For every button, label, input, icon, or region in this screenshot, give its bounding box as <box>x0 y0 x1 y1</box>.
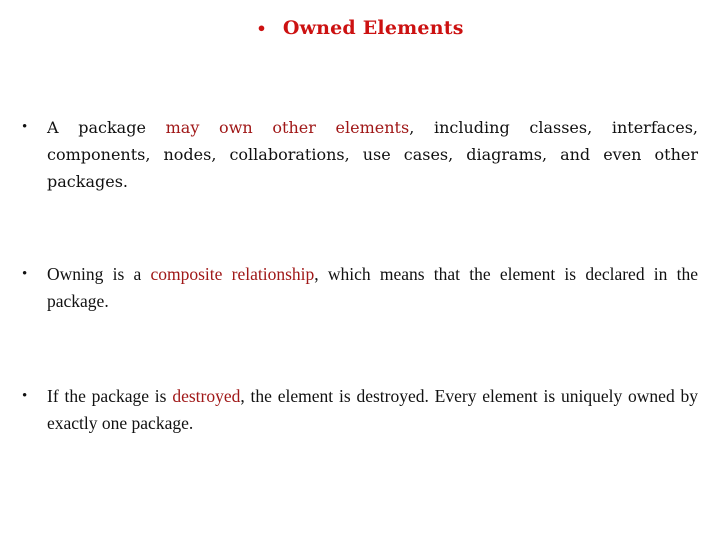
bullet-text: If the package is destroyed, the element… <box>47 383 698 437</box>
bullet-mark: • <box>22 388 28 404</box>
bullet-text: Owning is a composite relationship, whic… <box>47 261 698 315</box>
bullet-mark: • <box>22 266 28 282</box>
bullet-item-1: • A package may own other elements, incl… <box>22 114 698 195</box>
title-bullet: • <box>256 19 267 38</box>
slide-title-text: Owned Elements <box>282 17 464 39</box>
bullet-text-pre: If the package is <box>47 386 173 406</box>
bullet-item-2: • Owning is a composite relationship, wh… <box>22 261 698 315</box>
bullet-highlight: composite relationship <box>150 264 315 284</box>
bullet-highlight: destroyed <box>172 386 241 406</box>
bullet-text: A package may own other elements, includ… <box>47 114 698 195</box>
bullet-text-pre: Owning is a <box>47 264 151 284</box>
slide-title: • Owned Elements <box>0 17 720 39</box>
bullet-mark: • <box>22 119 28 135</box>
bullet-item-3: • If the package is destroyed, the eleme… <box>22 383 698 437</box>
bullet-highlight: may own other elements <box>165 118 410 137</box>
bullet-text-pre: A package <box>47 118 166 137</box>
